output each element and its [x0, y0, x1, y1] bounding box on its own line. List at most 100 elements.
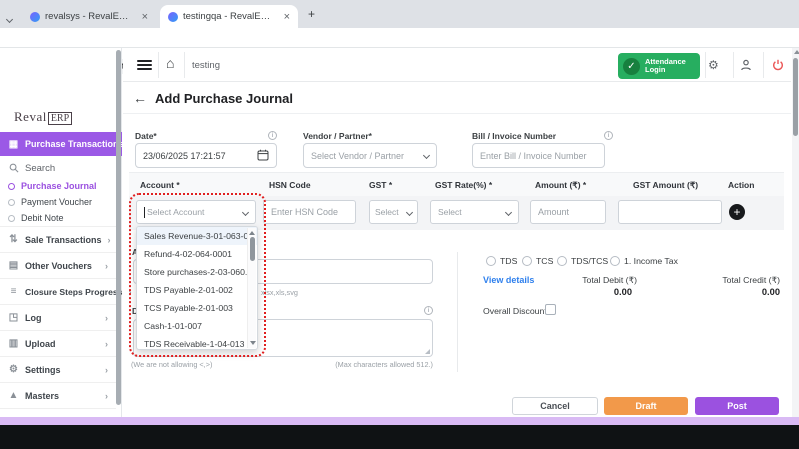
dropdown-option[interactable]: TDS Receivable-1-04-013 [137, 335, 257, 350]
radio-label: TDS/TCS [571, 256, 608, 266]
windows-taskbar: Type here to search O T [0, 425, 799, 449]
tab-close-icon[interactable]: × [284, 11, 290, 23]
tab-title: testingqa - RevalERP - Add Fina [183, 11, 277, 22]
vendor-label: Vendor / Partner* [303, 131, 372, 141]
new-tab-button[interactable]: + [308, 7, 315, 21]
radio-icon[interactable] [557, 256, 567, 266]
info-icon: i [424, 306, 433, 315]
gst-select[interactable]: Select [369, 200, 418, 224]
col-hsn: HSN Code [269, 180, 311, 190]
sidebar-item-closure-steps-progress[interactable]: ≡ Closure Steps Progress › [0, 278, 116, 304]
list-icon: ≡ [8, 286, 19, 297]
dropdown-scrollbar[interactable] [247, 228, 256, 348]
gst-amount-input[interactable] [618, 200, 722, 224]
chevron-right-icon: › [105, 339, 108, 349]
info-icon: i [604, 131, 613, 140]
sidebar-section-label: Settings [25, 365, 61, 375]
sidebar-item-label: Debit Note [21, 213, 64, 223]
sidebar-item-log[interactable]: ◳ Log › [0, 304, 116, 330]
overall-discount-checkbox[interactable] [545, 304, 556, 315]
col-account: Account * [140, 180, 180, 190]
sidebar-item-masters[interactable]: ▲ Masters › [0, 382, 116, 408]
dropdown-option[interactable]: TCS Payable-2-01-003 [137, 299, 257, 317]
total-credit-label: Total Credit (₹) [663, 275, 780, 286]
radio-tcs[interactable]: TCS [522, 256, 553, 266]
sale-transactions-icon: ⇅ [8, 234, 19, 245]
scroll-up-icon[interactable] [249, 231, 255, 235]
account-select[interactable]: Select Account [136, 200, 256, 224]
search-icon [8, 163, 19, 174]
cancel-button[interactable]: Cancel [512, 397, 598, 415]
date-input[interactable]: 23/06/2025 17:21:57 [135, 143, 277, 168]
radio-tds[interactable]: TDS [486, 256, 517, 266]
radio-icon[interactable] [522, 256, 532, 266]
divider [184, 52, 185, 78]
post-button[interactable]: Post [695, 397, 779, 415]
sidebar-search[interactable]: Search [0, 160, 116, 176]
sidebar-item-payment-voucher[interactable]: Payment Voucher [0, 195, 116, 209]
scroll-down-icon[interactable] [250, 341, 256, 345]
chevron-right-icon: › [105, 391, 108, 401]
resize-handle[interactable] [425, 349, 430, 354]
radio-income-tax[interactable]: 1. Income Tax [610, 256, 678, 266]
divider [763, 52, 764, 78]
line-items-header: Account * HSN Code GST * GST Rate(%) * A… [129, 172, 784, 196]
amount-input[interactable] [530, 200, 606, 224]
dropdown-option[interactable]: TDS Payable-2-01-002 [137, 281, 257, 299]
sidebar-item-other-vouchers[interactable]: ▤ Other Vouchers › [0, 252, 116, 278]
sidebar-item-upload[interactable]: ▥ Upload › [0, 330, 116, 356]
gear-icon[interactable]: ⚙ [708, 58, 719, 72]
add-row-button[interactable]: + [729, 204, 745, 220]
scroll-up-icon[interactable] [794, 50, 799, 54]
browser-address-bar: ← → ↻ ⌂ ⇄ testingqa.revalomni.com/Financ… [0, 28, 799, 48]
account-placeholder: Select Account [147, 207, 204, 217]
sidebar-item-settings[interactable]: ⚙ Settings › [0, 356, 116, 382]
attendance-login-button[interactable]: ✓ AttendanceLogin [618, 53, 700, 79]
sidebar-item-purchase-transactions[interactable]: ▦ Purchase Transactions [0, 132, 122, 156]
gst-rate-select[interactable]: Select [430, 200, 519, 224]
horizontal-scrollbar[interactable] [0, 417, 799, 425]
hsn-input[interactable] [263, 200, 356, 224]
bill-invoice-input[interactable] [472, 143, 605, 168]
sidebar-root-label: Purchase Transactions [25, 139, 124, 149]
sidebar-item-purchase-journal[interactable]: Purchase Journal [0, 179, 116, 193]
sidebar-search-label: Search [25, 163, 55, 174]
browser-tab-inactive[interactable]: revalsys - RevalERP - Add Ticket × [22, 5, 156, 28]
draft-button[interactable]: Draft [604, 397, 688, 415]
back-arrow-icon[interactable]: ← [133, 90, 147, 106]
overall-discount-label: Overall Discount [483, 306, 547, 316]
sidebar-scrollbar[interactable] [116, 50, 121, 405]
gst-placeholder: Select [375, 207, 399, 217]
date-label: Date* [135, 131, 157, 141]
radio-label: 1. Income Tax [624, 256, 678, 266]
radio-icon[interactable] [486, 256, 496, 266]
scroll-thumb[interactable] [250, 237, 255, 261]
dropdown-option[interactable]: Sales Revenue-3-01-063-0... [137, 227, 257, 245]
radio-tds-tcs[interactable]: TDS/TCS [557, 256, 608, 266]
col-amount: Amount (₹) * [535, 180, 586, 191]
total-debit-value: 0.00 [520, 287, 632, 297]
dropdown-option[interactable]: Store purchases-2-03-060... [137, 263, 257, 281]
tab-title: revalsys - RevalERP - Add Ticket [45, 11, 135, 22]
calendar-icon[interactable] [257, 149, 269, 163]
browser-tab-active[interactable]: testingqa - RevalERP - Add Fina × [160, 5, 298, 28]
power-icon[interactable] [772, 58, 784, 76]
radio-icon[interactable] [610, 256, 620, 266]
bullet-icon [8, 183, 15, 190]
tab-close-icon[interactable]: × [142, 11, 148, 23]
dropdown-option[interactable]: Cash-1-01-007 [137, 317, 257, 335]
user-icon[interactable] [740, 58, 752, 76]
divider [457, 252, 458, 372]
home-icon[interactable]: ⌂ [166, 55, 174, 71]
chevron-right-icon: › [108, 235, 111, 245]
vertical-scrollbar-thumb[interactable] [793, 58, 798, 136]
vendor-select[interactable]: Select Vendor / Partner [303, 143, 437, 168]
dropdown-option[interactable]: Refund-4-02-064-0001 [137, 245, 257, 263]
app-logo[interactable]: RevalERP [14, 108, 72, 126]
sidebar-section-label: Sale Transactions [25, 235, 102, 245]
hamburger-menu-icon[interactable] [137, 58, 152, 72]
tab-search-chevron-icon[interactable] [7, 9, 12, 27]
sidebar-item-debit-note[interactable]: Debit Note [0, 211, 116, 225]
file-types-hint: xlsx,xls,svg [261, 288, 298, 297]
sidebar-item-sale-transactions[interactable]: ⇅ Sale Transactions › [0, 226, 116, 252]
